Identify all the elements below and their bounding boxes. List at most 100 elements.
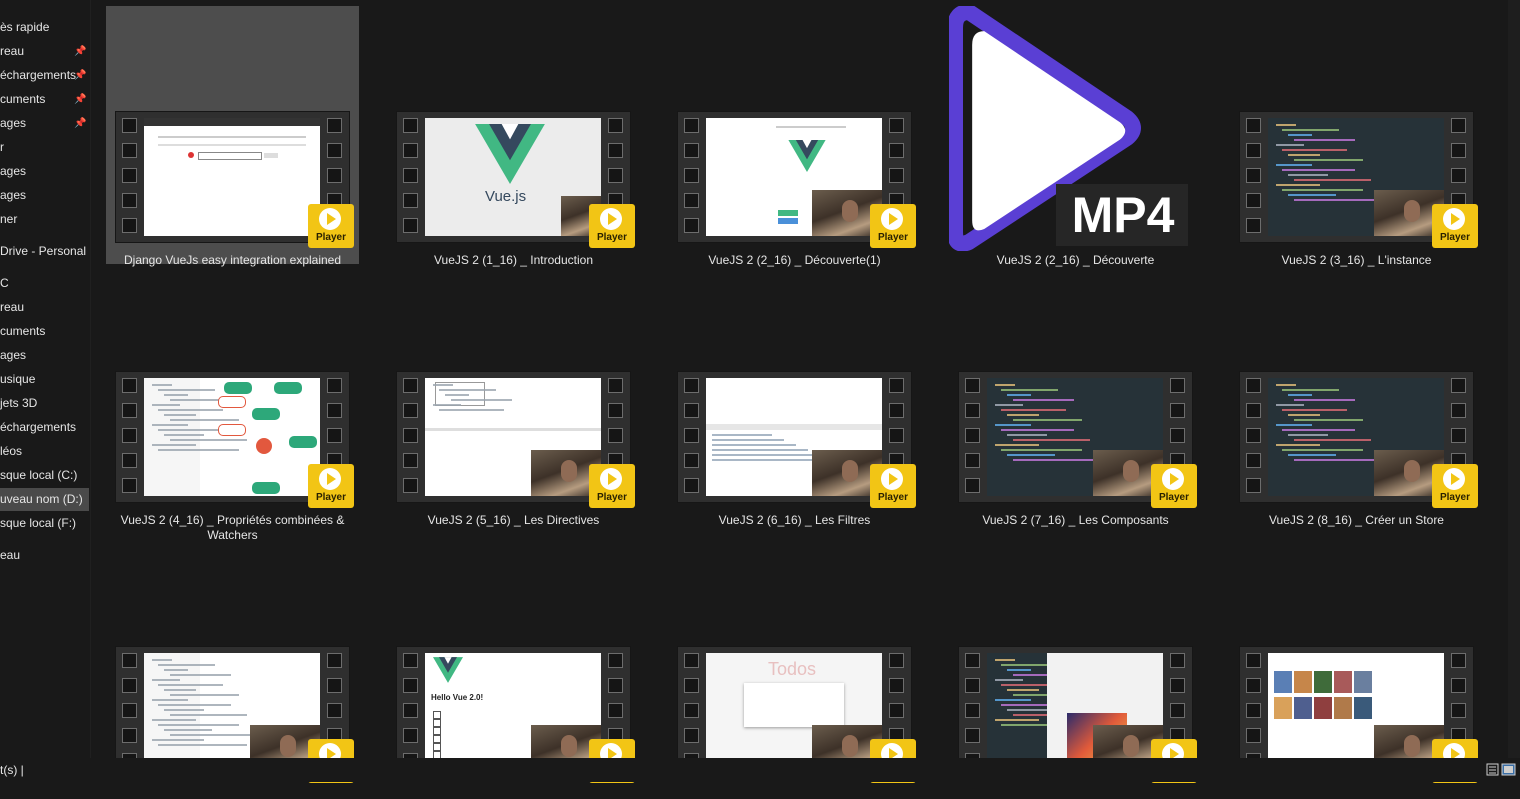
film-hole: [1246, 653, 1261, 668]
nav-item[interactable]: reau: [0, 296, 89, 319]
code-line: [1013, 459, 1098, 461]
code-line: [1282, 389, 1339, 391]
nav-item[interactable]: eau: [0, 544, 89, 567]
film-hole: [889, 403, 904, 418]
file-tile[interactable]: Player VueJS 2 (4_16) _ Propriétés combin…: [106, 266, 359, 542]
code-line: [1001, 409, 1066, 411]
film-hole: [1170, 678, 1185, 693]
file-tile[interactable]: Player VueJS 2 (2_16) _ Découverte(1): [668, 6, 921, 267]
film-hole: [684, 728, 699, 743]
film-hole: [889, 428, 904, 443]
film-hole: [1170, 403, 1185, 418]
film-hole: [403, 168, 418, 183]
file-tile[interactable]: Player VueJS 2 (7_16) _ Les Composants: [949, 266, 1202, 527]
code-line: [1288, 174, 1328, 176]
film-hole: [965, 703, 980, 718]
nav-item[interactable]: sque local (F:): [0, 512, 89, 535]
code-line: [158, 684, 223, 686]
nav-item[interactable]: jets 3D: [0, 392, 89, 415]
get-started-button: [778, 210, 798, 216]
file-name: VueJS 2 (6_16) _ Les Filtres: [718, 513, 871, 527]
thumbnail-frame: Hello Vue 2.0!: [425, 653, 601, 771]
nav-item[interactable]: Drive - Personal: [0, 240, 89, 263]
add-button: [264, 153, 278, 158]
film-hole: [327, 678, 342, 693]
film-hole: [965, 728, 980, 743]
film-hole: [122, 478, 137, 493]
player-label: Player: [1439, 232, 1471, 243]
thumbnail-frame: Vue.js: [425, 118, 601, 236]
player-badge: Player: [870, 464, 916, 508]
code-line: [152, 384, 172, 386]
nav-item[interactable]: usique: [0, 368, 89, 391]
nav-item[interactable]: ès rapide: [0, 16, 89, 39]
nav-item-label: uveau nom (D:): [0, 492, 83, 506]
nav-item-label: ages: [0, 116, 27, 130]
nav-item[interactable]: ner: [0, 208, 89, 231]
player-label: Player: [596, 232, 628, 243]
devtools-tabs: [706, 424, 882, 430]
film-hole: [965, 428, 980, 443]
film-hole: [1246, 193, 1261, 208]
code-line: [1007, 689, 1039, 691]
nav-item[interactable]: uveau nom (D:): [0, 488, 89, 511]
thumbnail-frame: [706, 378, 882, 496]
nav-item[interactable]: sque local (C:): [0, 464, 89, 487]
nav-item[interactable]: cuments 📌: [0, 88, 89, 111]
nav-item-label: ès rapide: [0, 20, 50, 34]
nav-item[interactable]: reau 📌: [0, 40, 89, 63]
table-rule: [158, 136, 306, 138]
play-icon: [1162, 468, 1184, 490]
code-line: [1282, 409, 1347, 411]
nav-item[interactable]: ages 📌: [0, 112, 89, 135]
film-hole: [965, 403, 980, 418]
hello-heading: Hello Vue 2.0!: [431, 693, 484, 702]
film-hole: [1246, 678, 1261, 693]
film-hole: [684, 703, 699, 718]
nav-item[interactable]: léos: [0, 440, 89, 463]
code-line: [439, 409, 504, 411]
thumbnail-frame: [425, 378, 601, 496]
nav-item[interactable]: échargements: [0, 416, 89, 439]
file-tile[interactable]: MP4 VueJS 2 (2_16) _ Découverte: [949, 6, 1202, 267]
file-tile[interactable]: Player VueJS 2 (5_16) _ Les Directives: [387, 266, 640, 527]
nav-item-label: reau: [0, 44, 25, 58]
nav-item[interactable]: ages: [0, 160, 89, 183]
flow-center-node: [256, 438, 272, 454]
film-hole: [684, 428, 699, 443]
file-tile[interactable]: Player Django VueJs easy integration expl…: [106, 6, 359, 267]
pin-icon: 📌: [74, 70, 87, 81]
details-view-icon[interactable]: [1486, 763, 1516, 777]
file-tile[interactable]: Player VueJS 2 (3_16) _ L'instance: [1230, 6, 1483, 267]
vertical-scrollbar[interactable]: [1508, 0, 1520, 758]
play-icon: [881, 468, 903, 490]
player-badge: Player: [870, 204, 916, 248]
code-line: [1282, 429, 1355, 431]
code-line: [1288, 134, 1312, 136]
play-icon: [600, 208, 622, 230]
file-tile[interactable]: Vue.js Player VueJS 2 (1_16) _ Introductio…: [387, 6, 640, 267]
file-tile[interactable]: Player VueJS 2 (8_16) _ Créer un Store: [1230, 266, 1483, 527]
nav-item[interactable]: C: [0, 272, 89, 295]
nav-item[interactable]: r: [0, 136, 89, 159]
thumbnail-frame: [987, 378, 1163, 496]
file-tile[interactable]: Player VueJS 2 (6_16) _ Les Filtres: [668, 266, 921, 527]
file-name: VueJS 2 (5_16) _ Les Directives: [427, 513, 600, 527]
nav-item[interactable]: échargements 📌: [0, 64, 89, 87]
nav-item[interactable]: ages: [0, 184, 89, 207]
code-line: [158, 664, 215, 666]
code-line: [1282, 169, 1355, 171]
film-hole: [122, 653, 137, 668]
film-hole: [403, 478, 418, 493]
nav-item[interactable]: ages: [0, 344, 89, 367]
film-hole: [608, 703, 623, 718]
player-label: Player: [1439, 492, 1471, 503]
table-rule: [158, 144, 306, 146]
player-badge: Player: [308, 204, 354, 248]
code-line: [433, 404, 461, 406]
film-hole: [122, 378, 137, 393]
film-hole: [1246, 218, 1261, 233]
nav-item[interactable]: cuments: [0, 320, 89, 343]
view-toggle-icons[interactable]: [1486, 763, 1516, 777]
code-line: [1001, 389, 1058, 391]
